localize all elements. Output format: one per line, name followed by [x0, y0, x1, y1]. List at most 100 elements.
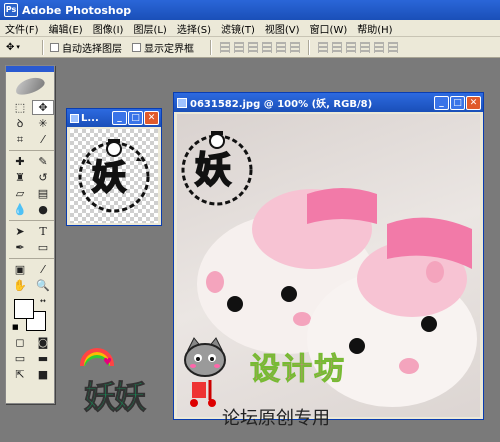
- blur-tool-icon[interactable]: 💧: [9, 202, 31, 217]
- options-bar: ✥ ▾ 自动选择图层 显示定界框: [0, 37, 500, 58]
- path-selection-tool-icon[interactable]: ➤: [9, 224, 31, 239]
- clone-stamp-tool-icon[interactable]: ♜: [9, 170, 31, 185]
- show-bounding-box-checkbox[interactable]: 显示定界框: [132, 40, 194, 55]
- thumb-window-titlebar[interactable]: L... _ □ ✕: [67, 109, 161, 127]
- distribute-vcenter-icon[interactable]: [332, 41, 342, 53]
- screen-mode-standard-icon[interactable]: ▭: [9, 351, 31, 366]
- app-title: Adobe Photoshop: [22, 3, 132, 17]
- separator: [42, 39, 44, 55]
- distribute-top-icon[interactable]: [318, 41, 328, 53]
- menu-help[interactable]: 帮助(H): [352, 21, 397, 36]
- photoshop-icon: Ps: [4, 3, 18, 17]
- feather-logo-icon: [13, 74, 47, 98]
- close-button[interactable]: ✕: [144, 111, 159, 125]
- distribute-hcenter-icon[interactable]: [374, 41, 384, 53]
- menu-edit[interactable]: 编辑(E): [44, 21, 88, 36]
- foreground-color-swatch[interactable]: [14, 299, 34, 319]
- watermark-name: 妖妖: [83, 378, 146, 417]
- menu-bar: 文件(F) 编辑(E) 图像(I) 图层(L) 选择(S) 滤镜(T) 视图(V…: [0, 20, 500, 37]
- chevron-down-icon: ▾: [16, 43, 20, 51]
- thumb-window-title: L...: [81, 112, 99, 124]
- history-brush-tool-icon[interactable]: ↺: [32, 170, 54, 185]
- slice-tool-icon[interactable]: ⁄: [32, 132, 54, 147]
- align-bottom-icon[interactable]: [248, 41, 258, 53]
- default-colors-icon[interactable]: ■: [12, 323, 19, 331]
- stamp-character: 妖: [91, 158, 127, 198]
- maximize-button[interactable]: □: [450, 95, 465, 110]
- menu-layer[interactable]: 图层(L): [128, 21, 171, 36]
- move-tool-icon[interactable]: ✥: [32, 100, 54, 115]
- align-top-icon[interactable]: [220, 41, 230, 53]
- standard-mode-icon[interactable]: ◻: [9, 335, 31, 350]
- color-swatches: ↔ ■: [12, 297, 54, 333]
- separator: [9, 256, 54, 259]
- toolbox-panel: ⬚ ✥ ꝺ ✳ ⌗ ⁄ ✚ ✎ ♜ ↺ ▱ ▤ 💧 ● ➤ T ✒ ▭ ▣ ⁄ …: [5, 65, 55, 404]
- align-vcenter-icon[interactable]: [234, 41, 244, 53]
- close-button[interactable]: ✕: [466, 95, 481, 110]
- move-tool-preset-picker[interactable]: ✥ ▾: [6, 39, 36, 56]
- heart-icon: ♥: [103, 357, 112, 368]
- move-tool-icon: ✥: [6, 41, 15, 53]
- menu-window[interactable]: 窗口(W): [305, 21, 353, 36]
- menu-image[interactable]: 图像(I): [88, 21, 129, 36]
- document-title: 0631582.jpg @ 100% (妖, RGB/8): [190, 99, 373, 110]
- menu-filter[interactable]: 滤镜(T): [216, 21, 260, 36]
- menu-view[interactable]: 视图(V): [260, 21, 305, 36]
- show-bounding-box-label: 显示定界框: [144, 43, 194, 55]
- distribute-left-icon[interactable]: [360, 41, 370, 53]
- menu-file[interactable]: 文件(F): [0, 21, 44, 36]
- swap-colors-icon[interactable]: ↔: [40, 297, 46, 305]
- auto-select-layer-checkbox[interactable]: 自动选择图层: [50, 40, 122, 55]
- gradient-tool-icon[interactable]: ▤: [32, 186, 54, 201]
- toolbox-logo[interactable]: [6, 72, 54, 100]
- ps-doc-icon: [177, 97, 187, 108]
- minimize-button[interactable]: _: [112, 111, 127, 125]
- menu-select[interactable]: 选择(S): [172, 21, 216, 36]
- separator: [308, 39, 310, 55]
- separator: [9, 218, 54, 221]
- watermark-design: 设计坊: [250, 352, 346, 388]
- jump-to-imageready-icon[interactable]: ⇱: [9, 367, 31, 382]
- lasso-tool-icon[interactable]: ꝺ: [9, 116, 31, 131]
- screen-mode-full-icon[interactable]: ▬: [32, 351, 54, 366]
- mode-grid: ◻ ◙ ▭ ▬ ⇱ ■: [6, 335, 54, 382]
- eyedropper-tool-icon[interactable]: ⁄: [32, 262, 54, 277]
- separator: [210, 39, 212, 55]
- pen-tool-icon[interactable]: ✒: [9, 240, 31, 255]
- hand-tool-icon[interactable]: ✋: [9, 278, 31, 293]
- quick-mask-mode-icon[interactable]: ◙: [32, 335, 54, 350]
- align-hcenter-icon[interactable]: [276, 41, 286, 53]
- magic-wand-tool-icon[interactable]: ✳: [32, 116, 54, 131]
- document-titlebar[interactable]: 0631582.jpg @ 100% (妖, RGB/8) _ □ ✕: [174, 93, 483, 112]
- checkbox-box[interactable]: [50, 42, 59, 52]
- layer-thumbnail-window: L... _ □ ✕ 妖: [66, 108, 162, 226]
- brush-tool-icon[interactable]: ✎: [32, 154, 54, 169]
- dodge-tool-icon[interactable]: ●: [32, 202, 54, 217]
- marquee-tool-icon[interactable]: ⬚: [9, 100, 31, 115]
- distribute-bottom-icon[interactable]: [346, 41, 356, 53]
- zoom-tool-icon[interactable]: 🔍: [32, 278, 54, 293]
- eraser-tool-icon[interactable]: ▱: [9, 186, 31, 201]
- tool-grid: ⬚ ✥ ꝺ ✳ ⌗ ⁄ ✚ ✎ ♜ ↺ ▱ ▤ 💧 ● ➤ T ✒ ▭ ▣ ⁄ …: [6, 100, 54, 293]
- align-right-icon[interactable]: [290, 41, 300, 53]
- watermark-forum: 论坛原创专用: [222, 408, 330, 429]
- scooter-icon: [186, 378, 220, 408]
- crop-tool-icon[interactable]: ⌗: [9, 132, 31, 147]
- healing-brush-tool-icon[interactable]: ✚: [9, 154, 31, 169]
- stamp-character: 妖: [194, 149, 232, 191]
- checkbox-box[interactable]: [132, 42, 141, 52]
- type-tool-icon[interactable]: T: [32, 224, 54, 239]
- distribute-right-icon[interactable]: [388, 41, 398, 53]
- app-titlebar: Ps Adobe Photoshop: [0, 0, 500, 20]
- maximize-button[interactable]: □: [128, 111, 143, 125]
- auto-select-layer-label: 自动选择图层: [62, 43, 122, 55]
- separator: [9, 148, 54, 151]
- align-left-icon[interactable]: [262, 41, 272, 53]
- ps-doc-icon: [70, 113, 79, 123]
- notes-tool-icon[interactable]: ▣: [9, 262, 31, 277]
- minimize-button[interactable]: _: [434, 95, 449, 110]
- screen-mode-fullscreen-icon[interactable]: ■: [32, 367, 54, 382]
- thumb-canvas[interactable]: 妖: [70, 129, 158, 223]
- cat-mascot-icon: [182, 336, 228, 378]
- shape-tool-icon[interactable]: ▭: [32, 240, 54, 255]
